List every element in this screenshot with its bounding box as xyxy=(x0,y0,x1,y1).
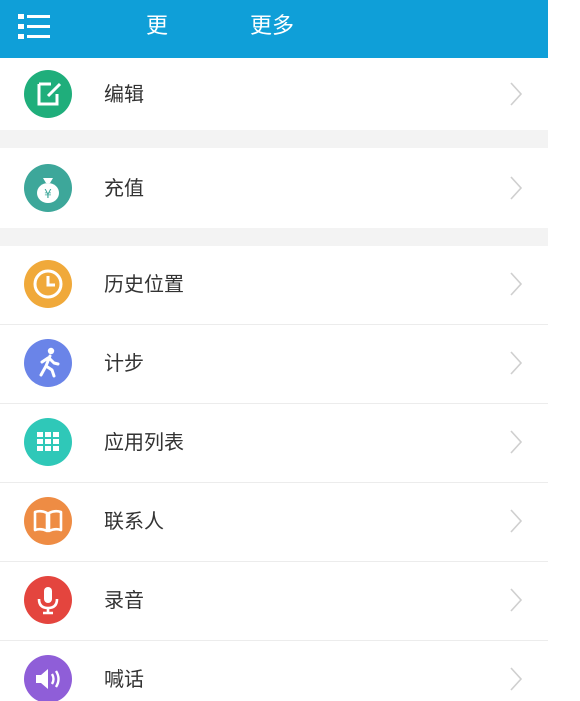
menu-item-broadcast[interactable]: 喊话 xyxy=(0,641,548,701)
menu-item-step-counter[interactable]: 计步 xyxy=(0,325,548,404)
menu-item-label: 编辑 xyxy=(104,82,144,106)
menu-item-contacts[interactable]: 联系人 xyxy=(0,483,548,562)
walking-person-icon xyxy=(24,339,72,387)
microphone-icon xyxy=(24,576,72,624)
clock-icon xyxy=(24,260,72,308)
menu-item-label: 联系人 xyxy=(104,509,164,533)
menu-item-label: 录音 xyxy=(104,588,144,612)
menu-item-label: 应用列表 xyxy=(104,430,184,454)
menu-item-location-history[interactable]: 历史位置 xyxy=(0,246,548,325)
svg-text:¥: ¥ xyxy=(44,187,52,201)
chevron-right-icon xyxy=(508,507,524,535)
header-title-fragment: 更 xyxy=(146,14,169,39)
chevron-right-icon xyxy=(508,174,524,202)
menu-item-edit[interactable]: 编辑 xyxy=(0,58,548,130)
apps-grid-icon xyxy=(24,418,72,466)
chevron-right-icon xyxy=(508,80,524,108)
menu-icon[interactable] xyxy=(18,13,50,41)
chevron-right-icon xyxy=(508,349,524,377)
menu-item-label: 历史位置 xyxy=(104,272,184,296)
menu-item-recording[interactable]: 录音 xyxy=(0,562,548,641)
money-bag-icon: ¥ xyxy=(24,164,72,212)
menu-item-label: 喊话 xyxy=(104,667,144,691)
top-bar: 更 更多 xyxy=(0,0,548,58)
section-gap xyxy=(0,228,548,246)
chevron-right-icon xyxy=(508,428,524,456)
edit-icon xyxy=(24,70,72,118)
menu-item-label: 充值 xyxy=(104,176,144,200)
section-gap xyxy=(0,130,548,148)
more-screen: 更 更多 编辑 ¥ 充值 历史位置 计步 应用列表 联系人 录音 喊话 xyxy=(0,0,548,701)
menu-item-app-list[interactable]: 应用列表 xyxy=(0,404,548,483)
book-icon xyxy=(24,497,72,545)
chevron-right-icon xyxy=(508,586,524,614)
menu-item-recharge[interactable]: ¥ 充值 xyxy=(0,148,548,228)
speaker-icon xyxy=(24,655,72,701)
menu-item-label: 计步 xyxy=(104,351,144,375)
chevron-right-icon xyxy=(508,270,524,298)
chevron-right-icon xyxy=(508,665,524,693)
page-title: 更多 xyxy=(250,14,295,39)
